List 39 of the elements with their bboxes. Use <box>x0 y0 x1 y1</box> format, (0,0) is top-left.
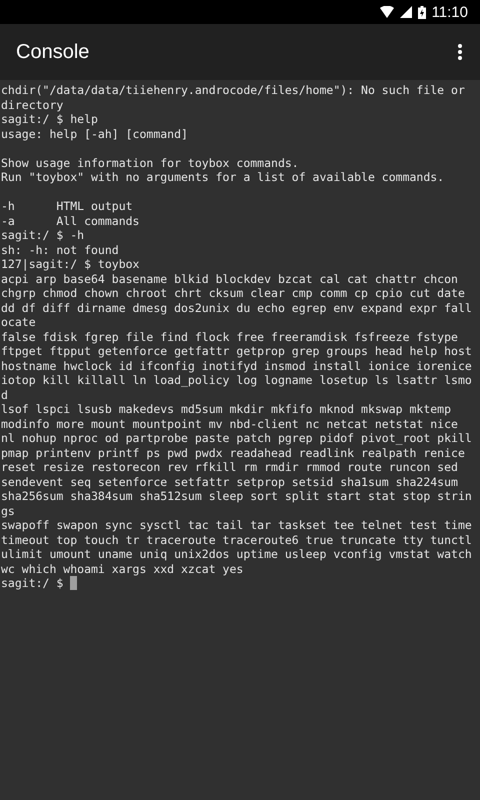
console-line: d <box>1 388 9 402</box>
console-line: lsof lspci lsusb makedevs md5sum mkdir mkfifo mknod mkswap mktemp <box>1 402 452 416</box>
console-line: Run "toybox" with no arguments for a list of available commands. <box>1 170 446 184</box>
console-line: pmap printenv printf ps pwd pwdx readahead readlink realpath renice <box>1 446 466 460</box>
console-line: swapoff swapon sync sysctl tac tail tar taskset tee telnet test time <box>1 518 473 532</box>
console-line: ulimit umount uname uniq unix2dos uptime usleep vconfig vmstat watch <box>1 547 473 562</box>
status-time: 11:10 <box>432 4 468 20</box>
console-line: sagit:/ $ -h <box>1 228 86 242</box>
console-line: usage: help [-ah] [command] <box>1 126 189 141</box>
console-line: chdir("/data/data/tiiehenry.androcode/files/home"): No such file or <box>1 83 466 98</box>
console-prompt: sagit:/ $ <box>1 576 64 590</box>
console-line: sagit:/ $ help <box>1 112 99 126</box>
battery-icon <box>418 6 426 18</box>
console-line: timeout top touch tr traceroute traceroute6 true truncate tty tunctl <box>1 532 473 547</box>
signal-icon <box>400 6 412 18</box>
console-line: iotop kill killall ln load_policy log logname losetup ls lsattr lsmo <box>1 373 473 388</box>
console-line: ftpget ftpput getenforce getfattr getprop grep groups head help host <box>1 344 473 358</box>
more-icon <box>458 44 462 60</box>
console-line: hostname hwclock id ifconfig inotifyd insmod install ionice iorenice <box>1 358 473 373</box>
console-line: directory <box>1 98 64 112</box>
console-line: reset resize restorecon rev rfkill rm rmdir rmmod route runcon sed <box>1 460 459 474</box>
console-line: false fdisk fgrep file find flock free freeramdisk fsfreeze fstype <box>1 330 459 344</box>
console-line: 127|sagit:/ $ toybox <box>1 257 140 272</box>
console-line: ocate <box>1 315 37 330</box>
console-line: -a All commands <box>1 214 140 228</box>
console-line: sh: -h: not found <box>1 242 120 257</box>
console-line: sha256sum sha384sum sha512sum sleep sort split start stat stop strin <box>1 489 473 504</box>
console-line: chgrp chmod chown chroot chrt cksum clear cmp comm cp cpio cut date <box>1 286 466 300</box>
wifi-icon <box>380 6 394 18</box>
console-line: Show usage information for toybox commands. <box>1 156 300 170</box>
console-line: dd df diff dirname dmesg dos2unix du echo egrep env expand expr fall <box>1 300 473 315</box>
console-line: nl nohup nproc od partprobe paste patch pgrep pidof pivot_root pkill <box>1 431 473 446</box>
console-line: modinfo more mount mountpoint mv nbd-client nc netcat netstat nice <box>1 416 459 431</box>
console-line: acpi arp base64 basename blkid blockdev bzcat cal cat chattr chcon <box>1 272 459 286</box>
console-line: gs <box>1 504 16 518</box>
app-title: Console <box>16 40 90 64</box>
console-line: -h HTML output <box>1 199 134 214</box>
console-line: wc which whoami xargs xxd xzcat yes <box>1 562 244 576</box>
console-line: sendevent seq setenforce setfattr setprop setsid sha1sum sha224sum <box>1 474 459 489</box>
